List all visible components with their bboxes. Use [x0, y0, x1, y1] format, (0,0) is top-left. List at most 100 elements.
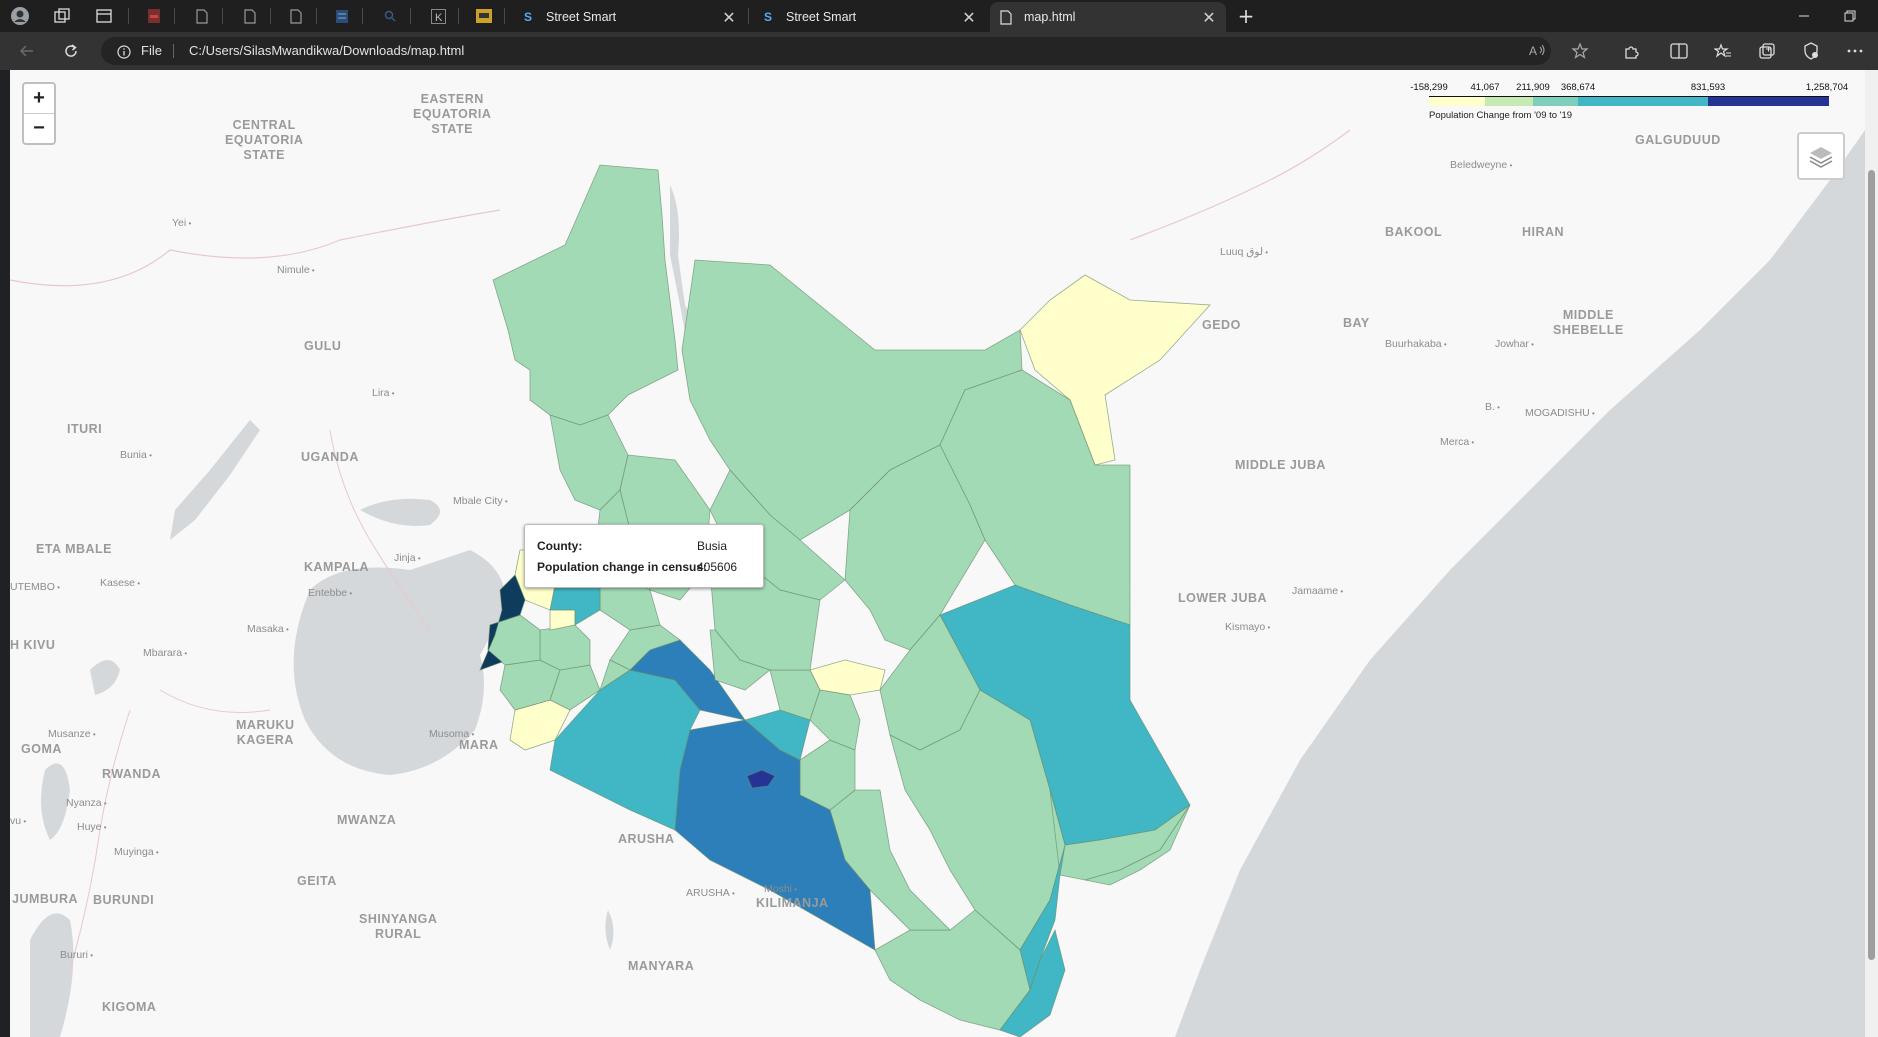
browser-toolbar: File C:/Users/SilasMwandikwa/Downloads/m…: [0, 32, 1878, 70]
map-label-bururi: Bururi: [60, 948, 93, 963]
address-bar[interactable]: File C:/Users/SilasMwandikwa/Downloads/m…: [101, 37, 1589, 65]
tooltip-county-value: Busia: [697, 539, 728, 553]
restore-window-icon[interactable]: [1840, 6, 1860, 26]
new-tab-button[interactable]: +: [1236, 4, 1256, 28]
tab-actions-icon[interactable]: [94, 6, 114, 26]
map-label-burundi: BURUNDI: [93, 893, 155, 907]
map-label-nyanza: Nyanza: [66, 796, 107, 811]
map-label-lira: Lira: [372, 386, 395, 401]
map-label-middle-shebelle: MIDDLE SHEBELLE: [1553, 308, 1624, 337]
map-label-jamaame: Jamaame: [1292, 584, 1343, 599]
map-label-eta-mbale: ETA MBALE: [36, 542, 113, 556]
tab-title: Street Smart: [546, 10, 617, 24]
close-tab-icon[interactable]: ✕: [960, 8, 978, 27]
map-label-galguduud: GALGUDUUD: [1635, 133, 1721, 147]
map-legend: -158,299 41,067 211,909 368,674 831,593 …: [1395, 82, 1855, 122]
legend-caption: Population Change from '09 to '19: [1429, 110, 1573, 121]
legend-tick: -158,299: [1410, 82, 1448, 93]
pinned-tab-page-icon[interactable]: [192, 6, 212, 26]
kenya-choropleth[interactable]: [10, 70, 1865, 1037]
workspaces-icon[interactable]: [52, 6, 72, 26]
tooltip-change-label: Population change in census:: [537, 560, 708, 574]
address-url[interactable]: C:/Users/SilasMwandikwa/Downloads/map.ht…: [189, 43, 464, 58]
map-label-mogadishu: MOGADISHU: [1525, 406, 1595, 421]
map-label-rwanda: RWANDA: [102, 767, 162, 781]
map-label-maruku: MARUKU KAGERA: [236, 718, 295, 747]
map-label-arusha-city: ARUSHA: [686, 886, 735, 901]
map-label-geita: GEITA: [297, 874, 337, 888]
page-scrollbar[interactable]: [1865, 70, 1878, 1037]
map-label-merca: Merca: [1440, 435, 1474, 450]
tab-title: Street Smart: [786, 10, 857, 24]
map-label-gedo: GEDO: [1202, 318, 1241, 332]
tab-street-smart-2[interactable]: S Street Smart ✕: [752, 2, 986, 32]
map-label-kampala: KAMPALA: [304, 560, 370, 574]
page-icon: [998, 9, 1014, 25]
map-label-muyinga: Muyinga: [114, 845, 159, 860]
map-label-kilimanjaro: KILIMANJA: [756, 896, 829, 910]
zoom-out-button[interactable]: −: [24, 113, 54, 143]
pinned-tab-page-icon[interactable]: [240, 6, 260, 26]
tooltip-change-value: 405606: [697, 560, 738, 574]
street-smart-favicon-icon: S: [763, 10, 772, 24]
svg-text:K: K: [435, 12, 443, 24]
legend-tick: 1,258,704: [1805, 82, 1849, 93]
map-label-vu: vu: [10, 814, 26, 829]
legend-tick: 831,593: [1690, 82, 1726, 93]
back-arrow-icon[interactable]: [17, 41, 37, 61]
map-label-lower-juba: LOWER JUBA: [1178, 591, 1268, 605]
map-label-arusha-region: ARUSHA: [618, 832, 675, 846]
legend-tick: 41,067: [1470, 82, 1500, 93]
map-label-masaka: Masaka: [247, 622, 289, 637]
map-label-bunia: Bunia: [120, 448, 152, 463]
close-tab-icon[interactable]: ✕: [720, 8, 738, 27]
pinned-tab-search-icon[interactable]: [380, 6, 400, 26]
map-label-mbale: Mbale City: [453, 494, 508, 509]
map-label-utembo: UTEMBO: [10, 580, 60, 595]
map-label-kigoma: KIGOMA: [102, 1000, 157, 1014]
tab-title: map.html: [1024, 10, 1076, 24]
county-embu: [809, 689, 861, 751]
site-info-icon[interactable]: [117, 44, 131, 63]
map-label-gulu: GULU: [304, 339, 342, 353]
map-label-yei: Yei: [172, 216, 191, 231]
pinned-tab-slides-icon[interactable]: [474, 6, 494, 26]
map-label-entebbe: Entebbe: [308, 586, 352, 601]
legend-tick: 211,909: [1516, 82, 1550, 93]
refresh-icon[interactable]: [61, 41, 81, 61]
favorites-icon[interactable]: [1713, 41, 1733, 61]
profile-avatar-icon[interactable]: [10, 6, 30, 26]
map-label-bay: BAY: [1343, 316, 1370, 330]
map-label-jinja: Jinja: [394, 551, 421, 566]
map-label-kasese: Kasese: [100, 576, 140, 591]
map-viewport[interactable]: EASTERN EQUATORIA STATE CENTRAL EQUATORI…: [10, 70, 1865, 1037]
minimize-window-icon[interactable]: [1794, 6, 1814, 26]
legend-color-bar: [1429, 96, 1829, 106]
map-label-manyara: MANYARA: [628, 959, 695, 973]
county-turkana: [492, 164, 679, 426]
map-label-hiran: HIRAN: [1522, 225, 1565, 239]
layers-control-button[interactable]: [1797, 132, 1845, 180]
collections-icon[interactable]: [1757, 41, 1777, 61]
scrollbar-thumb[interactable]: [1868, 170, 1875, 960]
tab-street-smart-1[interactable]: S Street Smart ✕: [512, 2, 746, 32]
close-tab-icon[interactable]: ✕: [1200, 8, 1218, 27]
pinned-tab-pdf-icon[interactable]: [144, 6, 164, 26]
tab-map-html[interactable]: map.html ✕: [990, 2, 1226, 32]
pinned-tab-doc-icon[interactable]: [332, 6, 352, 26]
read-aloud-icon[interactable]: A: [1529, 43, 1547, 63]
extensions-icon[interactable]: [1622, 41, 1642, 61]
pinned-tab-k-icon[interactable]: K: [428, 6, 448, 26]
map-label-mara: MARA: [459, 738, 499, 752]
split-screen-icon[interactable]: [1669, 41, 1689, 61]
favorite-star-icon[interactable]: [1571, 42, 1589, 64]
pinned-tab-page-icon[interactable]: [286, 6, 306, 26]
map-label-goma: GOMA: [21, 742, 62, 756]
map-label-b: B.: [1485, 400, 1500, 415]
address-scheme-label: File: [141, 43, 162, 58]
settings-more-icon[interactable]: [1845, 41, 1865, 61]
tooltip-county-label: County:: [537, 539, 583, 553]
zoom-in-button[interactable]: +: [24, 84, 54, 113]
street-smart-favicon-icon: S: [523, 10, 532, 24]
browser-essentials-icon[interactable]: [1801, 41, 1821, 61]
